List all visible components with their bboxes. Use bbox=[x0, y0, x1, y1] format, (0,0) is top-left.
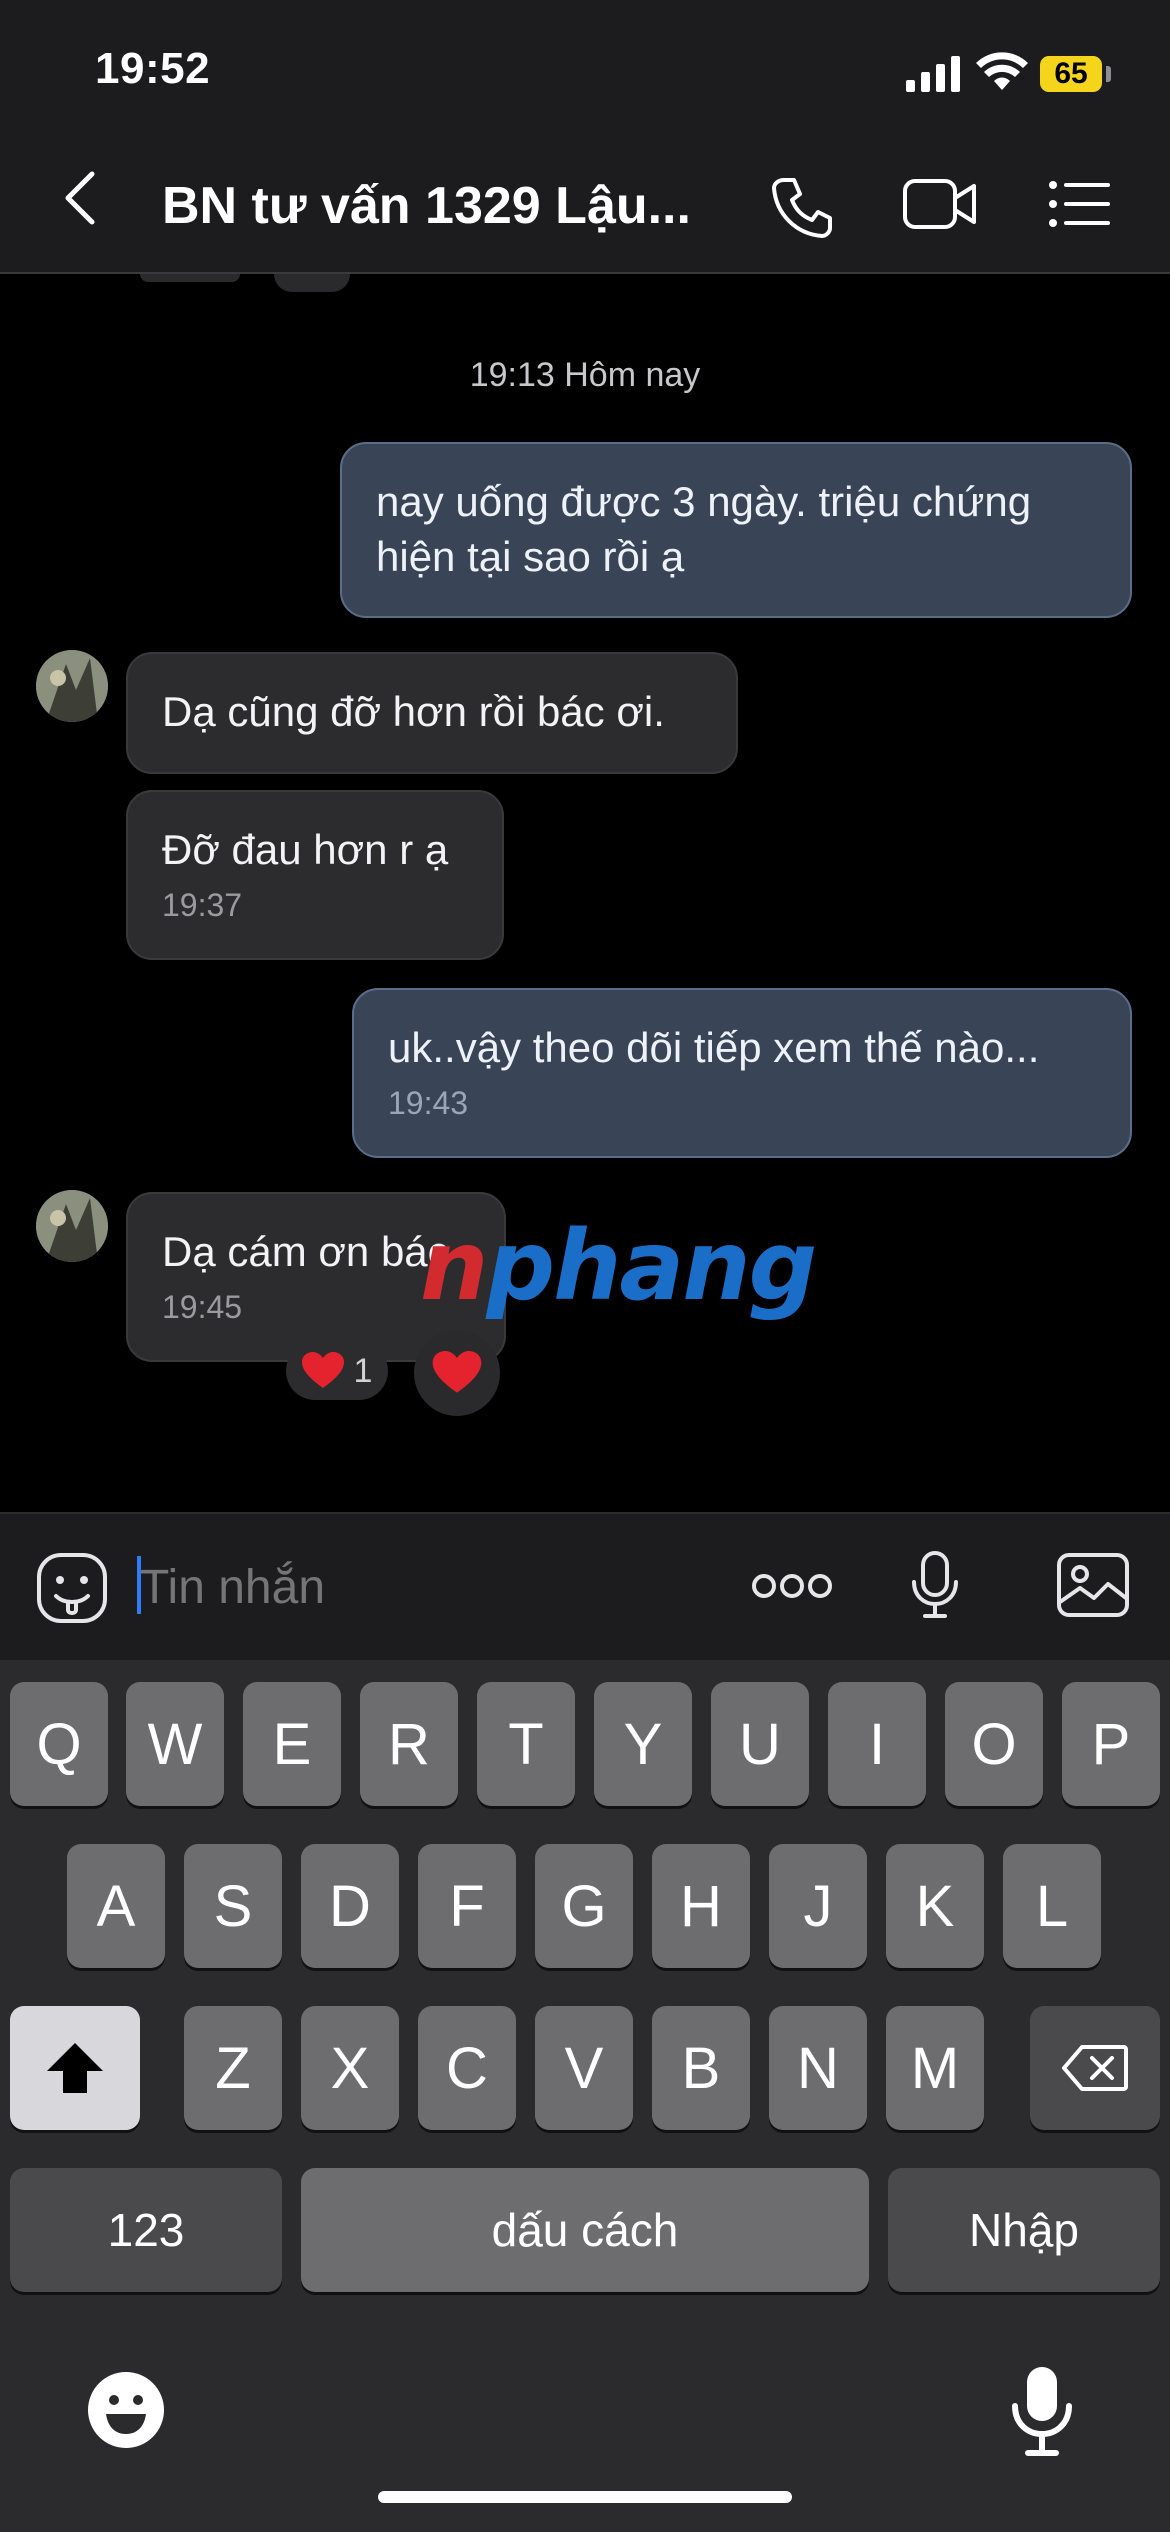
key-k[interactable]: K bbox=[886, 1844, 984, 1968]
key-s[interactable]: S bbox=[184, 1844, 282, 1968]
return-key[interactable]: Nhập bbox=[888, 2168, 1160, 2292]
microphone-icon[interactable] bbox=[910, 1550, 960, 1620]
message-text: nay uống được 3 ngày. triệu chứng hiện t… bbox=[376, 478, 1032, 580]
outgoing-message[interactable]: uk..vậy theo dõi tiếp xem thế nào... 19:… bbox=[352, 988, 1132, 1158]
key-z[interactable]: Z bbox=[184, 2006, 282, 2130]
numbers-key[interactable]: 123 bbox=[10, 2168, 282, 2292]
reaction-count: 1 bbox=[353, 1351, 373, 1390]
chevron-left-icon[interactable] bbox=[60, 170, 100, 226]
message-input[interactable] bbox=[140, 1552, 700, 1622]
react-button[interactable] bbox=[414, 1330, 500, 1416]
heart-icon bbox=[301, 1352, 344, 1388]
key-g[interactable]: G bbox=[535, 1844, 633, 1968]
key-a[interactable]: A bbox=[67, 1844, 165, 1968]
wifi-icon bbox=[976, 52, 1028, 90]
key-f[interactable]: F bbox=[418, 1844, 516, 1968]
key-e[interactable]: E bbox=[243, 1682, 341, 1806]
key-p[interactable]: P bbox=[1062, 1682, 1160, 1806]
message-text: Dạ cũng đỡ hơn rồi bác ơi. bbox=[162, 688, 665, 735]
key-q[interactable]: Q bbox=[10, 1682, 108, 1806]
key-c[interactable]: C bbox=[418, 2006, 516, 2130]
backspace-key[interactable] bbox=[1030, 2006, 1160, 2130]
key-y[interactable]: Y bbox=[594, 1682, 692, 1806]
watermark-logo: nphang bbox=[420, 1210, 817, 1322]
heart-icon bbox=[432, 1351, 482, 1393]
avatar[interactable] bbox=[36, 650, 108, 722]
emoji-keyboard-icon[interactable] bbox=[86, 2370, 166, 2450]
cellular-signal-icon bbox=[906, 56, 960, 92]
previous-reaction-fragment bbox=[274, 274, 350, 292]
battery-level: 65 bbox=[1040, 56, 1102, 92]
message-text: uk..vậy theo dõi tiếp xem thế nào... bbox=[388, 1024, 1040, 1071]
backspace-icon bbox=[1062, 2045, 1128, 2091]
video-camera-icon[interactable] bbox=[902, 176, 978, 232]
key-m[interactable]: M bbox=[886, 2006, 984, 2130]
conversation-title[interactable]: BN tư vấn 1329 Lậu... bbox=[162, 176, 692, 236]
message-text: Đỡ đau hơn r ạ bbox=[162, 826, 449, 873]
message-time: 19:37 bbox=[162, 887, 243, 923]
key-h[interactable]: H bbox=[652, 1844, 750, 1968]
home-indicator bbox=[378, 2491, 792, 2503]
incoming-message[interactable]: Đỡ đau hơn r ạ 19:37 bbox=[126, 790, 504, 960]
key-x[interactable]: X bbox=[301, 2006, 399, 2130]
key-o[interactable]: O bbox=[945, 1682, 1043, 1806]
key-i[interactable]: I bbox=[828, 1682, 926, 1806]
key-d[interactable]: D bbox=[301, 1844, 399, 1968]
dictation-microphone-icon[interactable] bbox=[1010, 2364, 1074, 2458]
key-n[interactable]: N bbox=[769, 2006, 867, 2130]
key-u[interactable]: U bbox=[711, 1682, 809, 1806]
more-dots-icon[interactable] bbox=[752, 1572, 832, 1600]
battery-terminal bbox=[1106, 66, 1111, 82]
outgoing-message[interactable]: nay uống được 3 ngày. triệu chứng hiện t… bbox=[340, 442, 1132, 618]
incoming-message[interactable]: Dạ cũng đỡ hơn rồi bác ơi. bbox=[126, 652, 738, 774]
message-time: 19:43 bbox=[388, 1085, 469, 1121]
previous-message-fragment bbox=[140, 274, 240, 282]
key-j[interactable]: J bbox=[769, 1844, 867, 1968]
phone-icon[interactable] bbox=[770, 176, 834, 240]
list-menu-icon[interactable] bbox=[1048, 180, 1110, 228]
shift-arrow-icon bbox=[47, 2043, 103, 2093]
date-separator: 19:13 Hôm nay bbox=[469, 356, 701, 394]
space-key[interactable]: dấu cách bbox=[301, 2168, 869, 2292]
avatar[interactable] bbox=[36, 1190, 108, 1262]
key-l[interactable]: L bbox=[1003, 1844, 1101, 1968]
key-b[interactable]: B bbox=[652, 2006, 750, 2130]
key-v[interactable]: V bbox=[535, 2006, 633, 2130]
key-w[interactable]: W bbox=[126, 1682, 224, 1806]
key-t[interactable]: T bbox=[477, 1682, 575, 1806]
reaction-summary[interactable]: 1 bbox=[286, 1342, 388, 1400]
image-icon[interactable] bbox=[1056, 1552, 1130, 1618]
shift-key[interactable] bbox=[10, 2006, 140, 2130]
status-time: 19:52 bbox=[95, 44, 211, 93]
key-r[interactable]: R bbox=[360, 1682, 458, 1806]
sticker-icon[interactable] bbox=[36, 1552, 108, 1624]
